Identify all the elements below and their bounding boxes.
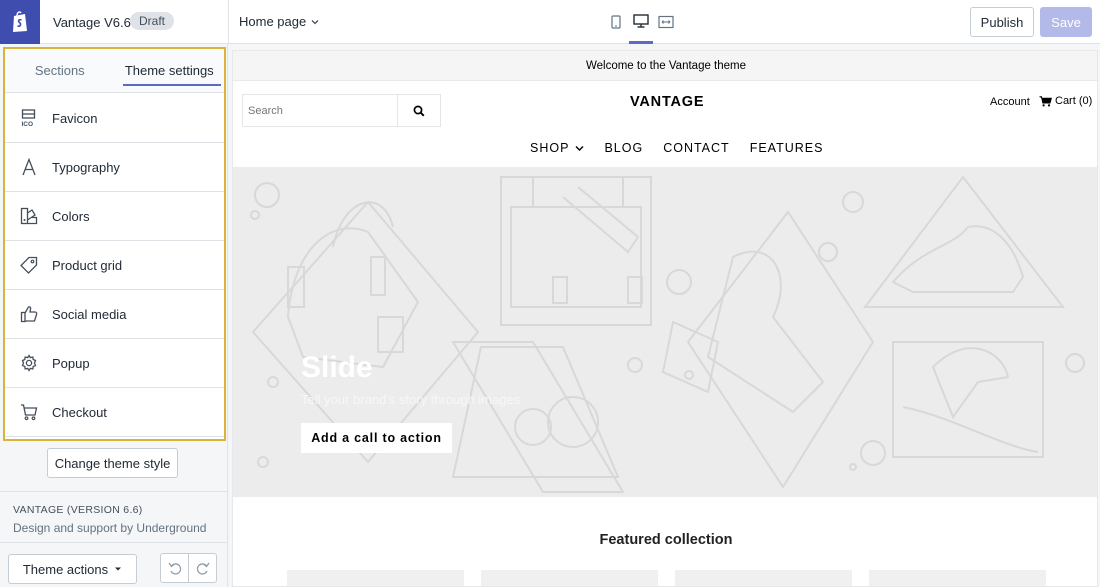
nav-item-blog[interactable]: BLOG [604,141,643,155]
nav-item-features[interactable]: FEATURES [750,141,824,155]
nav-item-label: CONTACT [663,141,730,155]
sidebar-item-typography[interactable]: Typography [5,143,224,192]
gear-icon [19,353,39,373]
undo-button[interactable] [161,554,188,582]
chevron-down-icon [311,19,319,24]
caret-down-icon [115,567,122,571]
featured-collection-title: Featured collection [599,532,733,548]
account-link[interactable]: Account [990,96,1030,108]
undo-redo-group [160,553,217,583]
slide-title: Slide [301,351,373,384]
page-selector[interactable]: Home page [239,14,320,29]
hero-slideshow[interactable]: Slide Tell your brand's story through im… [233,167,1097,497]
page-selector-label: Home page [239,14,307,29]
nav-item-label: BLOG [604,141,644,155]
product-card[interactable] [675,570,852,586]
sidebar-item-label: Product grid [52,257,123,273]
redo-button[interactable] [188,554,216,582]
product-card[interactable] [287,570,464,586]
theme-support-text: Design and support by Underground [13,521,207,535]
featured-collection-grid [287,570,1046,586]
sidebar-tabs: Sections Theme settings [5,49,224,93]
colors-icon [19,206,39,226]
thumbs-up-icon [19,304,39,324]
tab-sections[interactable]: Sections [5,49,115,92]
nav-item-label: SHOP [530,141,570,155]
desktop-icon[interactable] [629,0,653,44]
store-nav: SHOP BLOG CONTACT FEATURES [530,141,843,155]
search-button[interactable] [397,95,440,126]
undo-icon [167,562,181,575]
sidebar-item-label: Favicon [52,110,98,126]
typography-icon [19,157,39,177]
storefront-preview: Welcome to the Vantage theme VANTAGE Acc… [232,50,1098,587]
cart-icon [1039,95,1052,106]
theme-name: Vantage V6.6 [53,15,131,30]
sidebar-item-label: Social media [52,306,127,322]
product-card[interactable] [869,570,1046,586]
favicon-icon: ICO [19,108,39,128]
nav-item-contact[interactable]: CONTACT [663,141,730,155]
slide-subtitle: Tell your brand's story through images [301,392,521,407]
top-bar: Vantage V6.6 Draft Home page Publish Sav… [0,0,1100,44]
publish-button[interactable]: Publish [970,7,1034,37]
svg-text:ICO: ICO [22,121,34,127]
divider [0,491,228,492]
redo-icon [196,562,210,575]
theme-actions-button[interactable]: Theme actions [8,554,137,584]
cart-icon [19,402,39,422]
search-icon [413,105,425,116]
sidebar-item-social-media[interactable]: Social media [5,290,224,339]
divider [0,542,228,543]
sidebar-item-colors[interactable]: Colors [5,192,224,241]
nav-item-shop[interactable]: SHOP [530,141,584,155]
save-button[interactable]: Save [1040,7,1092,37]
mobile-icon[interactable] [604,0,628,44]
sidebar-item-popup[interactable]: Popup [5,339,224,388]
sidebar-item-label: Typography [52,159,120,175]
sidebar-item-product-grid[interactable]: Product grid [5,241,224,290]
cart-link[interactable]: Cart (0) [1039,95,1092,107]
fullwidth-icon[interactable] [654,0,678,44]
settings-list: ICO Favicon Typography Colors Product gr… [5,94,224,437]
store-brand[interactable]: VANTAGE [630,94,704,110]
sidebar-item-label: Popup [52,355,90,371]
tag-icon [19,255,39,275]
change-theme-style-button[interactable]: Change theme style [47,448,178,478]
sidebar-item-favicon[interactable]: ICO Favicon [5,94,224,143]
sidebar-item-label: Checkout [52,404,107,420]
theme-version: VANTAGE (VERSION 6.6) [13,504,143,516]
divider [228,0,229,44]
product-card[interactable] [481,570,658,586]
sidebar-item-label: Colors [52,208,90,224]
status-badge: Draft [130,12,175,30]
tab-theme-settings[interactable]: Theme settings [115,49,225,92]
theme-actions-label: Theme actions [22,561,109,577]
shopify-logo-icon[interactable] [0,0,40,44]
chevron-down-icon [575,145,584,151]
announcement-bar: Welcome to the Vantage theme [233,51,1097,81]
cart-label: Cart (0) [1055,95,1093,107]
call-to-action-button[interactable]: Add a call to action [301,423,452,453]
nav-item-label: FEATURES [749,141,824,155]
search-input[interactable] [243,95,397,126]
theme-settings-panel: Sections Theme settings ICO Favicon Typo… [3,47,226,441]
sidebar: Sections Theme settings ICO Favicon Typo… [0,44,228,587]
sidebar-item-checkout[interactable]: Checkout [5,388,224,437]
store-search [242,94,441,127]
view-mode-switcher [604,0,679,44]
